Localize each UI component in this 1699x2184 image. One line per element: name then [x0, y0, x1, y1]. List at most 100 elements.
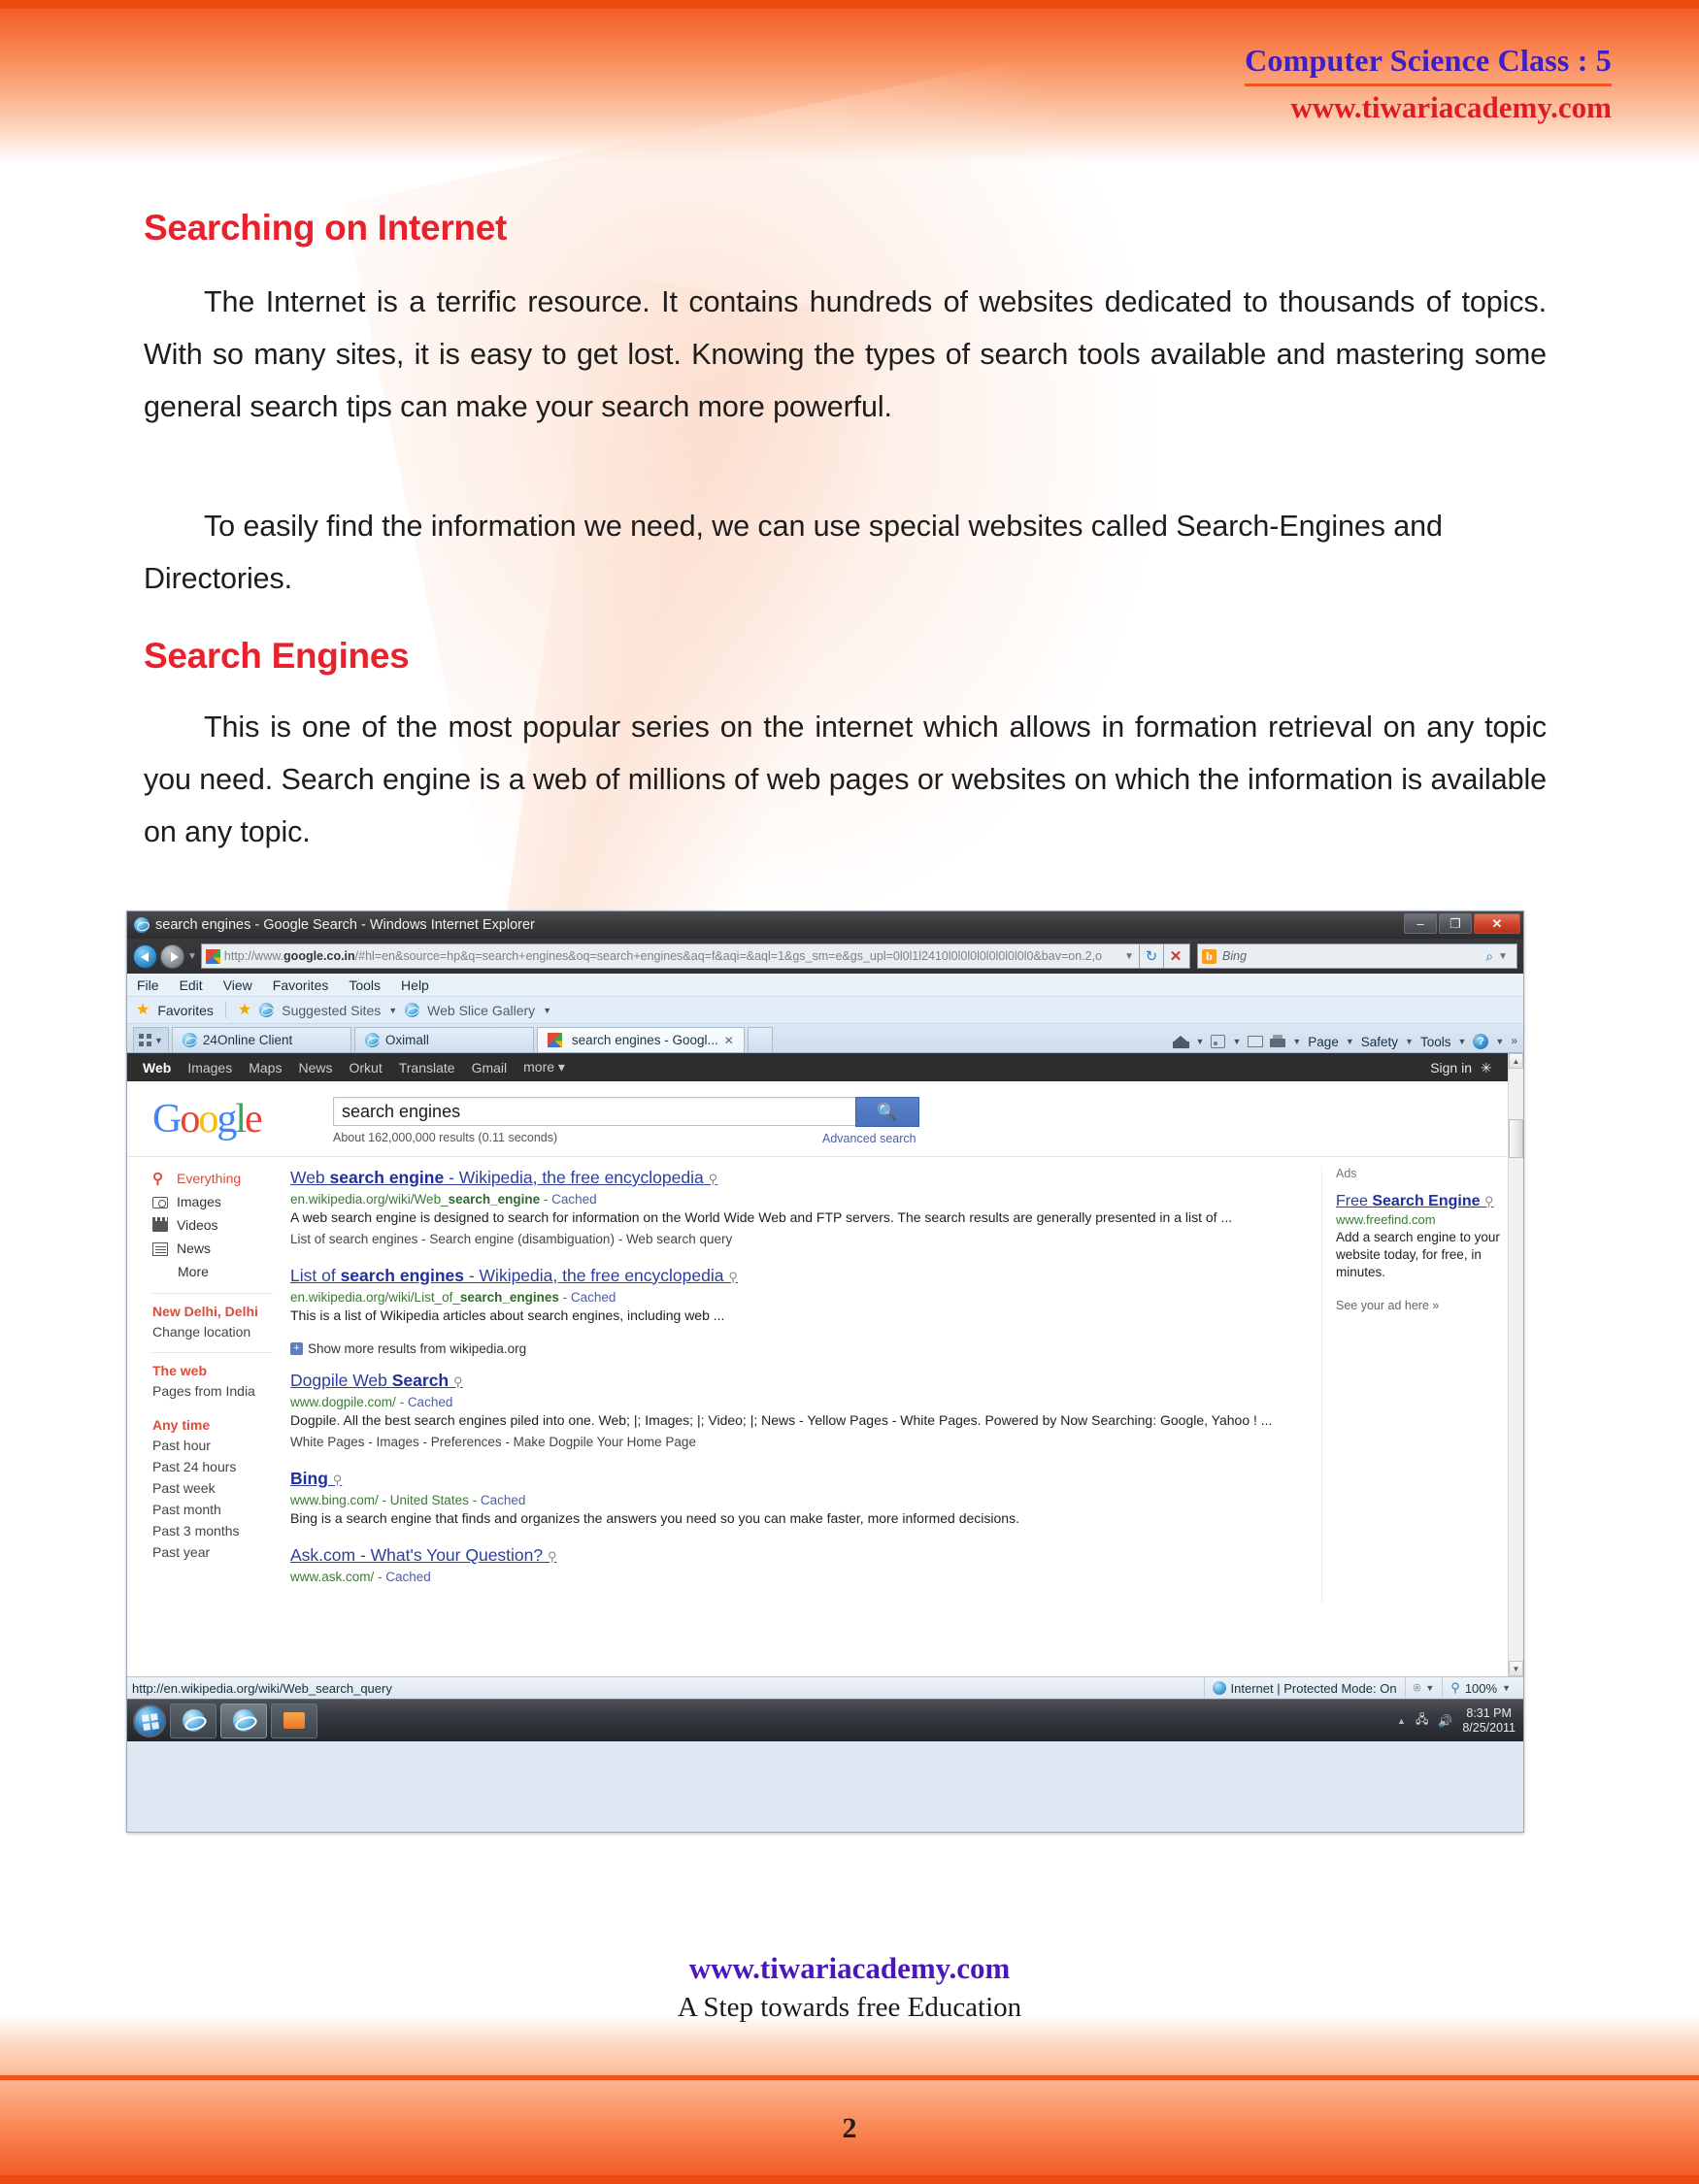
- preview-icon[interactable]: ⚲: [333, 1473, 343, 1487]
- favorites-button[interactable]: Favorites: [157, 1003, 214, 1018]
- gnav-web[interactable]: Web: [143, 1060, 171, 1075]
- result-title[interactable]: List of search engines - Wikipedia, the …: [290, 1265, 1312, 1288]
- overflow-chevron-icon[interactable]: »: [1511, 1034, 1517, 1047]
- privacy-cell[interactable]: ⌾ ▼: [1404, 1677, 1443, 1699]
- cached-link[interactable]: Cached: [571, 1290, 616, 1305]
- search-provider-dropdown-icon[interactable]: ▼: [1493, 951, 1513, 962]
- rail-item-more[interactable]: More: [152, 1260, 275, 1283]
- google-search-button[interactable]: 🔍: [855, 1097, 919, 1127]
- home-icon[interactable]: [1172, 1034, 1189, 1049]
- page-menu-button[interactable]: Page: [1308, 1035, 1339, 1049]
- result-sitelinks[interactable]: White Pages - Images - Preferences - Mak…: [290, 1433, 1312, 1451]
- page-scrollbar[interactable]: ▲ ▼: [1508, 1053, 1523, 1676]
- history-dropdown-icon[interactable]: ▼: [187, 951, 197, 962]
- chevron-down-icon[interactable]: ▼: [543, 1006, 551, 1015]
- result-sitelinks[interactable]: List of search engines - Search engine (…: [290, 1230, 1312, 1248]
- feeds-icon[interactable]: [1211, 1035, 1226, 1048]
- taskbar-item-ie-2[interactable]: [220, 1703, 267, 1738]
- address-dropdown-icon[interactable]: ▼: [1119, 951, 1139, 962]
- rail-time-past-3-months[interactable]: Past 3 months: [152, 1520, 275, 1541]
- show-hidden-icons-icon[interactable]: ▲: [1397, 1716, 1406, 1726]
- add-favorite-star-icon[interactable]: ★: [238, 1002, 251, 1018]
- rail-time-past-month[interactable]: Past month: [152, 1499, 275, 1520]
- preview-icon[interactable]: ⚲: [1484, 1194, 1494, 1208]
- volume-icon[interactable]: 🔊: [1438, 1714, 1452, 1728]
- start-button[interactable]: [133, 1704, 166, 1737]
- refresh-button[interactable]: ↻: [1139, 944, 1163, 968]
- network-icon[interactable]: 🖧: [1416, 1710, 1428, 1731]
- help-icon[interactable]: ?: [1473, 1034, 1489, 1049]
- gnav-more[interactable]: more ▾: [523, 1059, 565, 1075]
- rail-change-location[interactable]: Change location: [152, 1321, 275, 1342]
- google-logo[interactable]: Google: [152, 1099, 317, 1140]
- maximize-button[interactable]: ❐: [1439, 913, 1472, 934]
- tab-search-engines-google[interactable]: search engines - Googl... ✕: [536, 1027, 745, 1052]
- rail-time-past-year[interactable]: Past year: [152, 1541, 275, 1563]
- chevron-down-icon[interactable]: ▼: [1346, 1037, 1354, 1046]
- chevron-down-icon[interactable]: ▼: [1405, 1037, 1414, 1046]
- rail-time-past-week[interactable]: Past week: [152, 1477, 275, 1499]
- back-button[interactable]: [133, 943, 157, 969]
- chevron-down-icon[interactable]: ▼: [388, 1006, 397, 1015]
- taskbar-item-ie-1[interactable]: [170, 1703, 217, 1738]
- rail-item-everything[interactable]: ⚲ Everything: [152, 1167, 275, 1190]
- rail-item-images[interactable]: Images: [152, 1190, 275, 1213]
- chevron-down-icon[interactable]: ▼: [154, 1036, 163, 1045]
- rail-item-news[interactable]: News: [152, 1237, 275, 1260]
- close-button[interactable]: ✕: [1474, 913, 1520, 934]
- result-title[interactable]: Dogpile Web Search ⚲: [290, 1370, 1312, 1393]
- suggested-sites-button[interactable]: Suggested Sites: [282, 1003, 381, 1018]
- result-title[interactable]: Bing ⚲: [290, 1468, 1312, 1491]
- sign-in-button[interactable]: Sign in: [1430, 1060, 1472, 1075]
- clock[interactable]: 8:31 PM 8/25/2011: [1462, 1706, 1516, 1736]
- address-input[interactable]: http://www.google.co.in/#hl=en&source=hp…: [200, 943, 1190, 969]
- preview-icon[interactable]: ⚲: [453, 1374, 463, 1389]
- safety-menu-button[interactable]: Safety: [1361, 1035, 1398, 1049]
- google-search-input[interactable]: search engines: [333, 1097, 877, 1126]
- stop-button[interactable]: ✕: [1163, 944, 1187, 968]
- chevron-down-icon[interactable]: ▼: [1502, 1683, 1511, 1693]
- rail-time-past-hour[interactable]: Past hour: [152, 1435, 275, 1456]
- tab-oximall[interactable]: Oximall: [353, 1027, 534, 1052]
- menu-item-favorites[interactable]: Favorites: [273, 977, 329, 993]
- chevron-down-icon[interactable]: ▼: [1196, 1037, 1205, 1046]
- rail-item-videos[interactable]: Videos: [152, 1213, 275, 1237]
- new-tab-button[interactable]: [747, 1027, 773, 1052]
- cached-link[interactable]: Cached: [481, 1493, 526, 1507]
- cached-link[interactable]: Cached: [551, 1192, 597, 1207]
- menu-item-file[interactable]: File: [137, 977, 159, 993]
- ad-title[interactable]: Free Search Engine ⚲: [1336, 1191, 1523, 1211]
- forward-button[interactable]: [160, 943, 184, 969]
- gnav-orkut[interactable]: Orkut: [349, 1060, 382, 1075]
- gear-icon[interactable]: ✳: [1481, 1060, 1496, 1075]
- cached-link[interactable]: Cached: [385, 1570, 431, 1584]
- taskbar-item-app[interactable]: [271, 1703, 317, 1738]
- gnav-translate[interactable]: Translate: [399, 1060, 455, 1075]
- preview-icon[interactable]: ⚲: [548, 1549, 557, 1564]
- browser-search-input[interactable]: b Bing ⌕ ▼: [1197, 943, 1517, 969]
- gnav-maps[interactable]: Maps: [249, 1060, 282, 1075]
- menu-item-edit[interactable]: Edit: [180, 977, 203, 993]
- menu-item-view[interactable]: View: [223, 977, 252, 993]
- gnav-news[interactable]: News: [298, 1060, 332, 1075]
- quick-tabs-button[interactable]: ▼: [133, 1027, 169, 1052]
- chevron-down-icon[interactable]: ▼: [1232, 1037, 1241, 1046]
- result-title[interactable]: Web search engine - Wikipedia, the free …: [290, 1167, 1312, 1190]
- chevron-down-icon[interactable]: ▼: [1495, 1037, 1504, 1046]
- close-tab-icon[interactable]: ✕: [724, 1034, 734, 1047]
- scrollbar-thumb[interactable]: [1509, 1119, 1523, 1158]
- gnav-gmail[interactable]: Gmail: [472, 1060, 508, 1075]
- chevron-down-icon[interactable]: ▼: [1292, 1037, 1301, 1046]
- show-more-results-link[interactable]: + Show more results from wikipedia.org: [290, 1341, 1312, 1356]
- chevron-down-icon[interactable]: ▼: [1457, 1037, 1466, 1046]
- print-icon[interactable]: [1270, 1035, 1286, 1047]
- advanced-search-link[interactable]: Advanced search: [822, 1132, 916, 1145]
- tab-24online-client[interactable]: 24Online Client: [171, 1027, 351, 1052]
- rail-pages-from-india[interactable]: Pages from India: [152, 1380, 275, 1402]
- menu-item-tools[interactable]: Tools: [349, 977, 381, 993]
- cached-link[interactable]: Cached: [408, 1395, 453, 1409]
- chevron-down-icon[interactable]: ▼: [1425, 1683, 1434, 1693]
- search-icon[interactable]: ⌕: [1485, 948, 1493, 965]
- web-slice-gallery-button[interactable]: Web Slice Gallery: [427, 1003, 535, 1018]
- scroll-down-button[interactable]: ▼: [1509, 1661, 1523, 1676]
